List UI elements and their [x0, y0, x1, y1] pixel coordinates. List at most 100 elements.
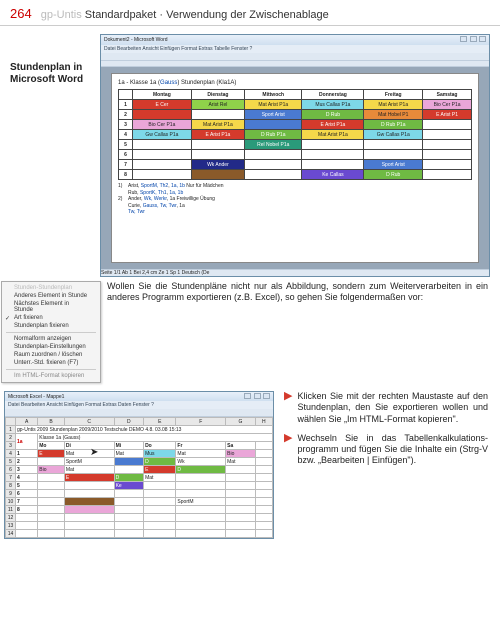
- excel-cell[interactable]: [64, 498, 114, 506]
- excel-cell[interactable]: [226, 490, 255, 498]
- day-header[interactable]: Mo: [38, 442, 65, 450]
- excel-cell[interactable]: [114, 466, 143, 474]
- excel-cell[interactable]: [114, 498, 143, 506]
- menu-item[interactable]: Unterr.-Std. fixieren (F7): [2, 359, 100, 367]
- excel-cell[interactable]: [176, 514, 226, 522]
- excel-cell[interactable]: D: [114, 474, 143, 482]
- excel-cell[interactable]: Mat: [114, 450, 143, 458]
- col-header[interactable]: G: [226, 418, 255, 426]
- row-number[interactable]: 1: [6, 426, 16, 434]
- excel-cell[interactable]: Bio: [226, 450, 255, 458]
- menu-item[interactable]: Stundenplan-Einstellungen: [2, 343, 100, 351]
- excel-cell[interactable]: D: [144, 458, 176, 466]
- excel-cell[interactable]: [38, 506, 65, 514]
- close-icon[interactable]: [263, 393, 270, 399]
- row-number[interactable]: 2: [6, 434, 16, 442]
- menu-item[interactable]: Stundenplan fixieren: [2, 322, 100, 330]
- excel-cell[interactable]: Mus: [144, 450, 176, 458]
- row-number[interactable]: 4: [6, 450, 16, 458]
- excel-cell[interactable]: [226, 482, 255, 490]
- row-number[interactable]: 8: [6, 482, 16, 490]
- excel-cell[interactable]: [176, 530, 226, 538]
- menu-item[interactable]: Nächstes Element in Stunde: [2, 300, 100, 314]
- excel-cell[interactable]: [114, 490, 143, 498]
- excel-cell[interactable]: [226, 466, 255, 474]
- excel-cell[interactable]: [114, 530, 143, 538]
- excel-cell[interactable]: Ke: [114, 482, 143, 490]
- row-number[interactable]: 6: [6, 466, 16, 474]
- excel-cell[interactable]: E: [144, 466, 176, 474]
- maximize-icon[interactable]: [470, 36, 477, 42]
- excel-cell[interactable]: [16, 514, 38, 522]
- excel-cell[interactable]: [255, 498, 272, 506]
- excel-cell[interactable]: Mat: [226, 458, 255, 466]
- excel-cell[interactable]: [64, 490, 114, 498]
- excel-cell[interactable]: D: [176, 466, 226, 474]
- excel-cell[interactable]: [38, 522, 65, 530]
- col-header[interactable]: F: [176, 418, 226, 426]
- excel-cell[interactable]: gp-Untis 2009 Stundenplan 2009/2010 Test…: [16, 426, 273, 434]
- excel-cell[interactable]: [16, 530, 38, 538]
- excel-cell[interactable]: [255, 530, 272, 538]
- period-number[interactable]: 5: [16, 482, 38, 490]
- excel-cell[interactable]: [38, 458, 65, 466]
- excel-cell[interactable]: [176, 490, 226, 498]
- day-header[interactable]: Do: [144, 442, 176, 450]
- excel-cell[interactable]: [255, 514, 272, 522]
- excel-cell[interactable]: [38, 530, 65, 538]
- row-number[interactable]: 3: [6, 442, 16, 450]
- day-header[interactable]: Fr: [176, 442, 226, 450]
- row-number[interactable]: 11: [6, 506, 16, 514]
- excel-cell[interactable]: [255, 450, 272, 458]
- excel-cell[interactable]: [176, 482, 226, 490]
- day-header[interactable]: Mi: [114, 442, 143, 450]
- excel-cell[interactable]: [226, 498, 255, 506]
- excel-cell[interactable]: [226, 474, 255, 482]
- period-number[interactable]: 1: [16, 450, 38, 458]
- word-menubar[interactable]: Datei Bearbeiten Ansicht Einfügen Format…: [101, 45, 489, 53]
- excel-cell[interactable]: [64, 522, 114, 530]
- excel-cell[interactable]: [64, 530, 114, 538]
- excel-cell[interactable]: [114, 522, 143, 530]
- excel-cell[interactable]: [226, 530, 255, 538]
- excel-cell[interactable]: [176, 506, 226, 514]
- excel-cell[interactable]: [144, 490, 176, 498]
- col-header[interactable]: B: [38, 418, 65, 426]
- col-header[interactable]: H: [255, 418, 272, 426]
- excel-cell[interactable]: [255, 482, 272, 490]
- excel-cell[interactable]: Klasse 1a (Gauss): [38, 434, 273, 442]
- window-controls[interactable]: [459, 36, 486, 44]
- excel-cell[interactable]: SportM: [176, 498, 226, 506]
- excel-cell[interactable]: E: [64, 474, 114, 482]
- excel-toolbar[interactable]: [5, 409, 273, 417]
- excel-cell[interactable]: [38, 514, 65, 522]
- menu-item[interactable]: Normalform anzeigen: [2, 335, 100, 343]
- row-number[interactable]: 5: [6, 458, 16, 466]
- excel-cell[interactable]: [64, 514, 114, 522]
- period-number[interactable]: 8: [16, 506, 38, 514]
- excel-cell[interactable]: [144, 514, 176, 522]
- excel-cell[interactable]: Mat: [144, 474, 176, 482]
- maximize-icon[interactable]: [254, 393, 261, 399]
- word-toolbar-1[interactable]: [101, 53, 489, 61]
- excel-cell[interactable]: Bio: [38, 466, 65, 474]
- excel-cell[interactable]: [144, 498, 176, 506]
- excel-cell[interactable]: [114, 514, 143, 522]
- excel-cell[interactable]: [255, 490, 272, 498]
- period-number[interactable]: 3: [16, 466, 38, 474]
- excel-cell[interactable]: [255, 474, 272, 482]
- excel-cell[interactable]: [38, 498, 65, 506]
- row-number[interactable]: 12: [6, 514, 16, 522]
- period-number[interactable]: 2: [16, 458, 38, 466]
- col-header[interactable]: D: [114, 418, 143, 426]
- minimize-icon[interactable]: [244, 393, 251, 399]
- row-number[interactable]: 13: [6, 522, 16, 530]
- menu-item[interactable]: Raum zuordnen / löschen: [2, 351, 100, 359]
- excel-cell[interactable]: [255, 506, 272, 514]
- excel-cell[interactable]: [64, 482, 114, 490]
- class-title-cell[interactable]: 1a: [16, 434, 38, 450]
- excel-cell[interactable]: [144, 530, 176, 538]
- excel-cell[interactable]: [38, 490, 65, 498]
- excel-cell[interactable]: E: [38, 450, 65, 458]
- excel-cell[interactable]: SportM: [64, 458, 114, 466]
